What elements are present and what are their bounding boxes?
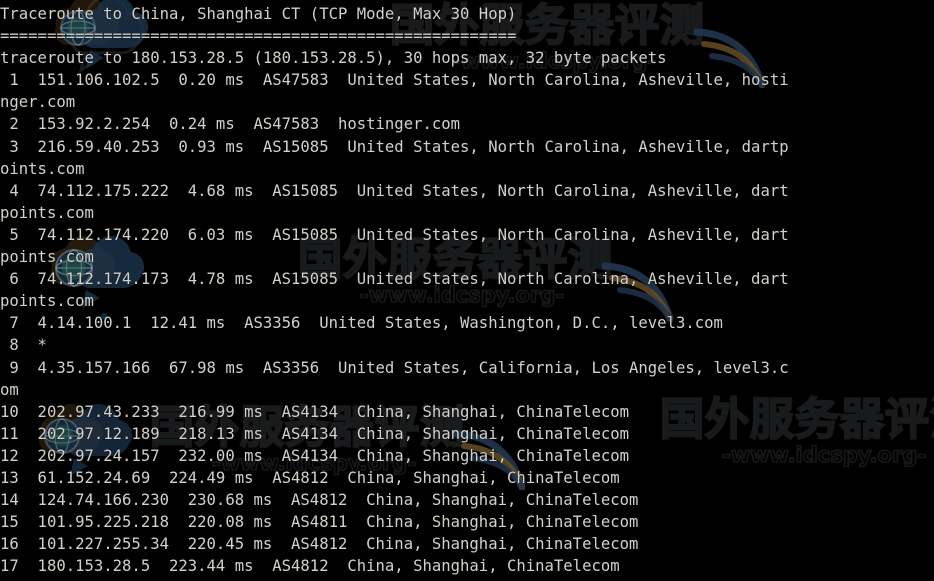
terminal-output: Traceroute to China, Shanghai CT (TCP Mo… [0, 0, 934, 581]
hop-line: 12 202.97.24.157 232.00 ms AS4134 China,… [0, 446, 630, 465]
hop-line: 2 153.92.2.254 0.24 ms AS47583 hostinger… [0, 115, 461, 134]
hop-line: 10 202.97.43.233 216.99 ms AS4134 China,… [0, 402, 630, 421]
terminal-window: 国外服务器评测 -www.idcspy.org- 国外服务器评测 -www.id… [0, 0, 934, 581]
hop-line: 7 4.14.100.1 12.41 ms AS3356 United Stat… [0, 314, 723, 333]
separator-line: ========================================… [0, 27, 517, 46]
traceroute-command-line: traceroute to 180.153.28.5 (180.153.28.5… [0, 49, 667, 68]
hop-line: oints.com [0, 159, 85, 178]
hop-line: points.com [0, 203, 94, 222]
hop-line: points.com [0, 292, 94, 311]
hop-line: 4 74.112.175.222 4.68 ms AS15085 United … [0, 181, 789, 200]
hop-line: 3 216.59.40.253 0.93 ms AS15085 United S… [0, 137, 789, 156]
hop-line: nger.com [0, 93, 76, 112]
hop-line: 6 74.112.174.173 4.78 ms AS15085 United … [0, 270, 789, 289]
hop-line: 16 101.227.255.34 220.45 ms AS4812 China… [0, 535, 639, 554]
hop-line: 5 74.112.174.220 6.03 ms AS15085 United … [0, 225, 789, 244]
hop-line: 17 180.153.28.5 223.44 ms AS4812 China, … [0, 557, 620, 576]
hop-line: 14 124.74.166.230 230.68 ms AS4812 China… [0, 491, 639, 510]
hop-line: 15 101.95.225.218 220.08 ms AS4811 China… [0, 513, 639, 532]
hop-line: 1 151.106.102.5 0.20 ms AS47583 United S… [0, 71, 789, 90]
hop-line: 11 202.97.12.189 218.13 ms AS4134 China,… [0, 424, 630, 443]
hop-line: 13 61.152.24.69 224.49 ms AS4812 China, … [0, 468, 620, 487]
hop-line: om [0, 380, 19, 399]
hop-line-list: 1 151.106.102.5 0.20 ms AS47583 United S… [0, 69, 934, 577]
hop-line: 8 * [0, 336, 47, 355]
hop-line: points.com [0, 248, 94, 267]
traceroute-title: Traceroute to China, Shanghai CT (TCP Mo… [0, 5, 517, 23]
hop-line: 9 4.35.157.166 67.98 ms AS3356 United St… [0, 358, 789, 377]
